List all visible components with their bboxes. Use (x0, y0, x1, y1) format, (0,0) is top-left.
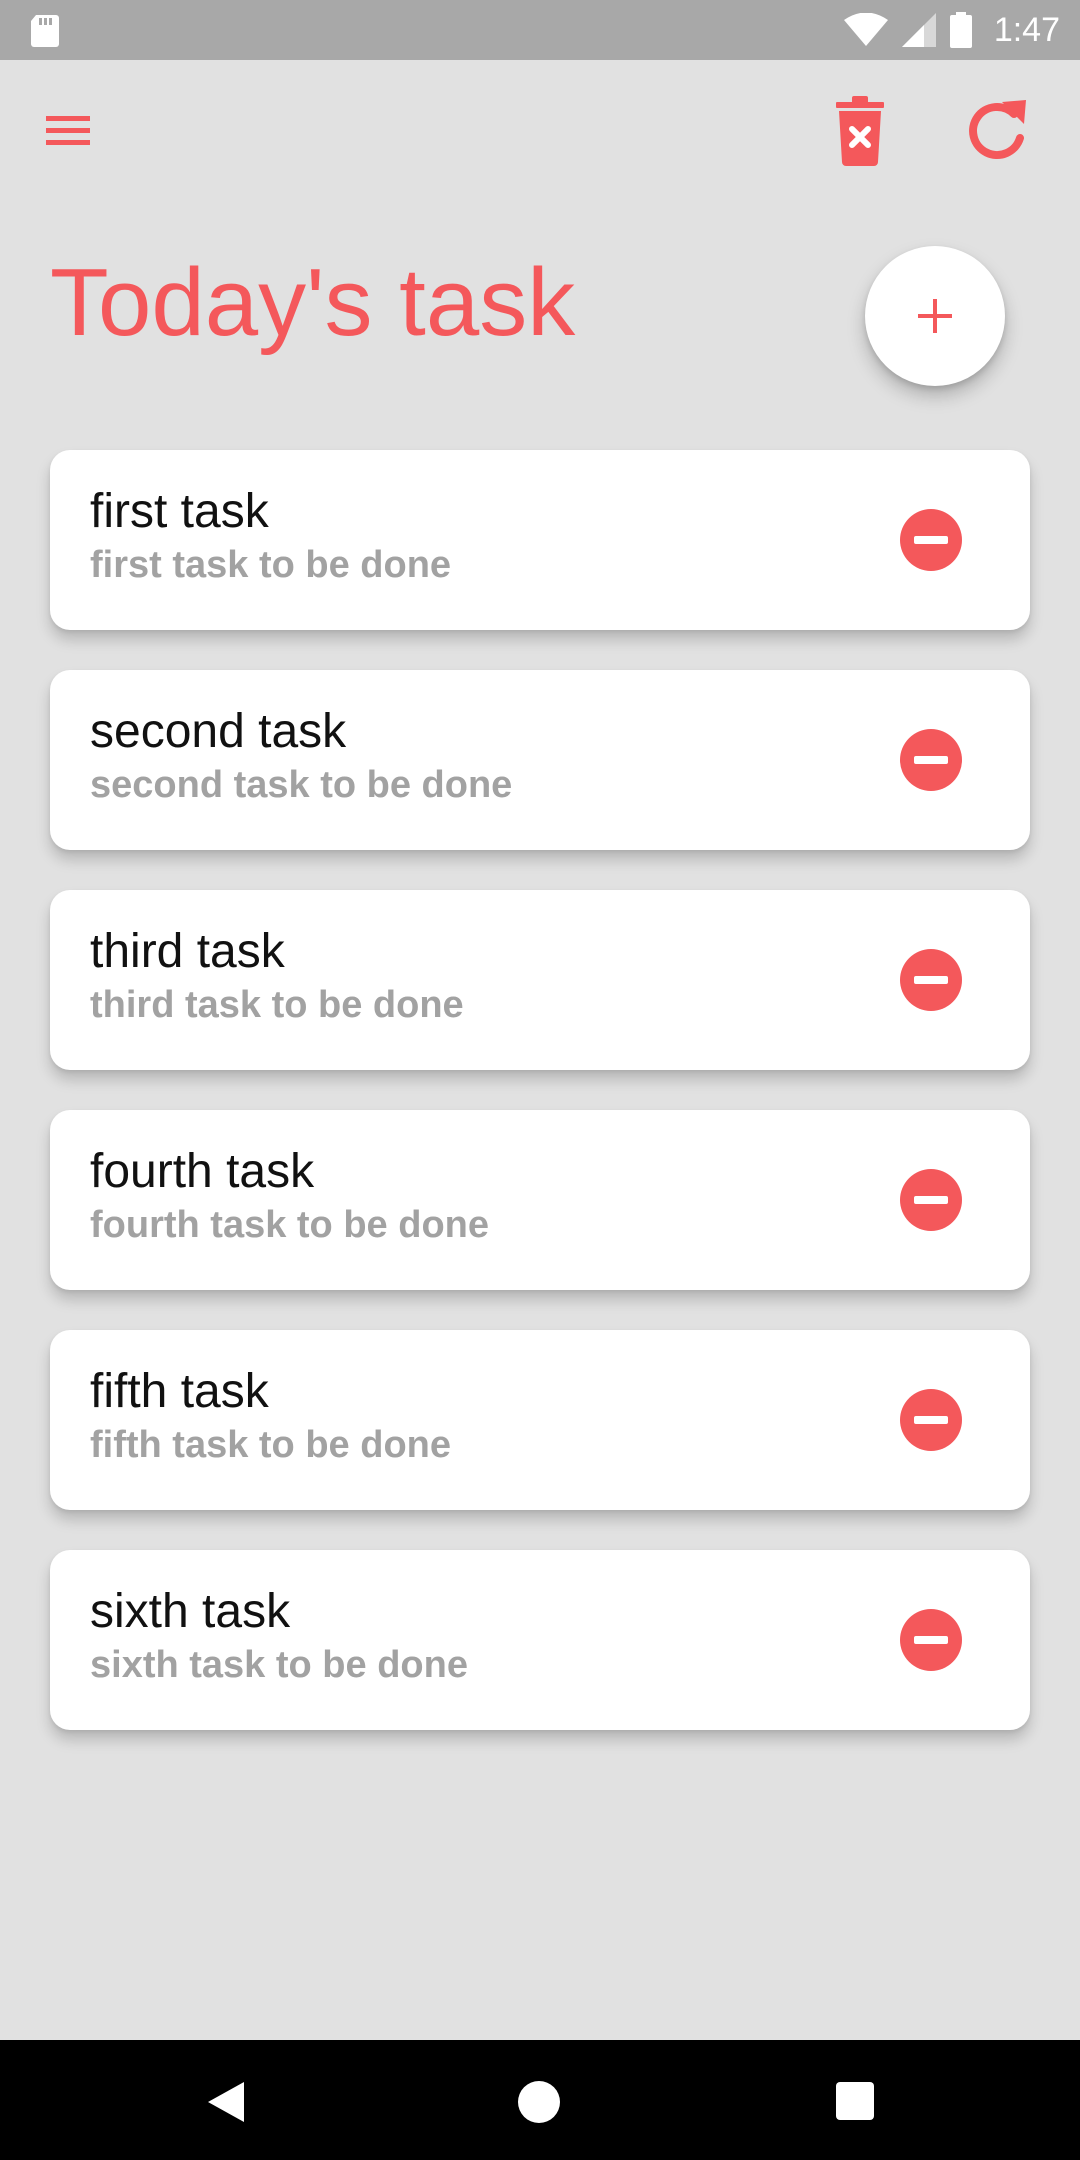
task-subtitle: fourth task to be done (90, 1204, 489, 1246)
remove-task-button[interactable] (900, 1609, 962, 1671)
status-right-group: 1:47 (843, 0, 1060, 60)
task-title: fifth task (90, 1365, 269, 1418)
battery-icon (949, 12, 972, 48)
task-card[interactable]: fourth task fourth task to be done (50, 1110, 1030, 1290)
remove-task-button[interactable] (900, 509, 962, 571)
wifi-icon (843, 13, 888, 46)
task-card[interactable]: fifth task fifth task to be done (50, 1330, 1030, 1510)
remove-task-button[interactable] (900, 729, 962, 791)
task-subtitle: fifth task to be done (90, 1424, 451, 1466)
menu-icon[interactable] (44, 112, 96, 152)
task-card[interactable]: sixth task sixth task to be done (50, 1550, 1030, 1730)
minus-icon (914, 976, 948, 984)
nav-bar (0, 2040, 1080, 2160)
status-time: 1:47 (993, 10, 1060, 49)
task-title: fourth task (90, 1145, 315, 1198)
minus-icon (914, 1636, 948, 1644)
recents-icon[interactable] (836, 2082, 874, 2120)
add-task-button[interactable] (865, 246, 1005, 386)
remove-task-button[interactable] (900, 1389, 962, 1451)
sd-card-icon (31, 15, 59, 47)
refresh-icon[interactable] (966, 98, 1032, 164)
home-icon[interactable] (518, 2081, 560, 2123)
toolbar (0, 60, 1080, 200)
cell-signal-icon (901, 13, 936, 47)
task-card[interactable]: second task second task to be done (50, 670, 1030, 850)
page-title: Today's task (50, 249, 576, 356)
task-list: first task first task to be done second … (50, 450, 1030, 1770)
plus-icon (918, 299, 952, 333)
task-title: third task (90, 925, 285, 978)
task-title: sixth task (90, 1585, 291, 1638)
task-title: first task (90, 485, 269, 538)
task-card[interactable]: third task third task to be done (50, 890, 1030, 1070)
task-card[interactable]: first task first task to be done (50, 450, 1030, 630)
status-bar: 1:47 (0, 0, 1080, 60)
remove-task-button[interactable] (900, 949, 962, 1011)
task-subtitle: sixth task to be done (90, 1644, 468, 1686)
back-icon[interactable] (204, 2080, 246, 2124)
task-subtitle: third task to be done (90, 984, 464, 1026)
task-subtitle: second task to be done (90, 764, 513, 806)
task-subtitle: first task to be done (90, 544, 452, 586)
remove-task-button[interactable] (900, 1169, 962, 1231)
minus-icon (914, 1416, 948, 1424)
trash-icon[interactable] (836, 96, 896, 166)
task-title: second task (90, 705, 347, 758)
minus-icon (914, 1196, 948, 1204)
minus-icon (914, 536, 948, 544)
minus-icon (914, 756, 948, 764)
